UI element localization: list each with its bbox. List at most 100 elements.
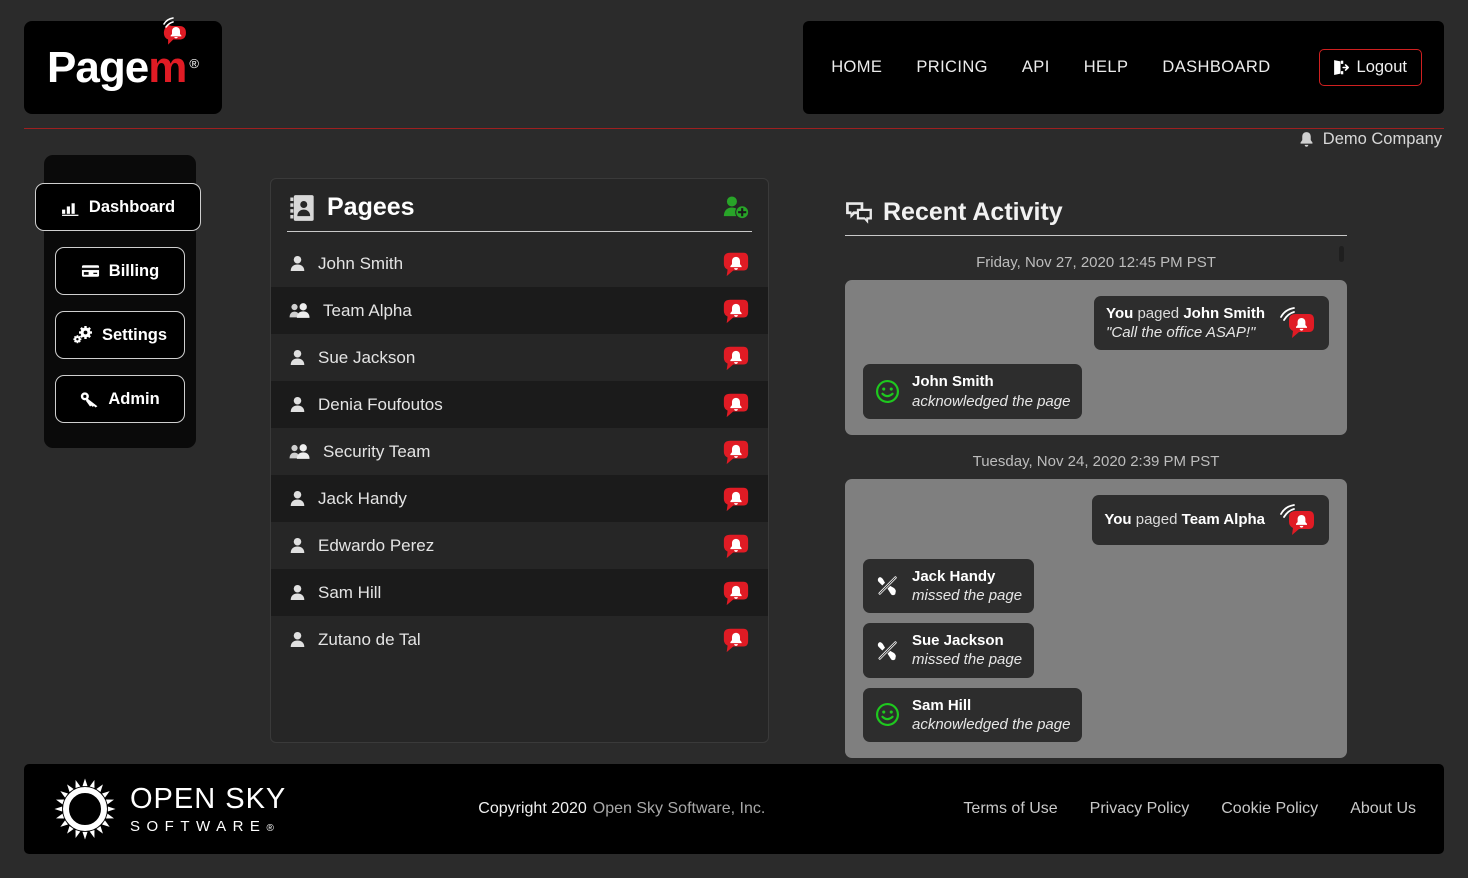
open-sky-registered-mark: ® [266,822,274,834]
pagee-name: Security Team [323,441,431,461]
pagee-row[interactable]: John Smith [271,240,768,287]
send-page-button[interactable] [722,485,750,513]
pagee-name: John Smith [318,253,404,273]
logout-label: Logout [1356,58,1407,76]
activity-event-bubble: Sue Jackson missed the page [863,623,1035,678]
bell-icon [1300,132,1313,147]
footer-links: Terms of Use Privacy Policy Cookie Polic… [963,800,1416,818]
sun-burst-icon [54,778,116,840]
nav-link-pricing[interactable]: PRICING [916,58,988,77]
send-page-button[interactable] [722,344,750,372]
activity-date: Tuesday, Nov 24, 2020 2:39 PM PST [972,452,1220,470]
key-icon [81,391,98,408]
activity-event-title: Sam Hill [912,696,972,714]
sidebar-item-label: Settings [101,325,168,344]
footer-link-cookie[interactable]: Cookie Policy [1221,800,1318,818]
activity-card: You paged John Smith "Call the office ASA… [845,280,1347,435]
add-user-icon[interactable] [722,195,750,221]
pagee-row[interactable]: Sue Jackson [271,334,768,381]
send-page-button[interactable] [722,297,750,325]
pagee-row[interactable]: Security Team [271,428,768,475]
gears-icon [73,326,92,344]
account-company[interactable]: Demo Company [1299,130,1442,149]
sidebar-item-label: Admin [108,389,160,408]
user-icon [290,255,305,272]
pagem-logo[interactable]: Page m ® [24,16,222,114]
activity-event-detail: acknowledged the page [912,392,1071,410]
activity-event-row: Jack Handy missed the page [863,558,1329,614]
logo-accent-letter: m [148,42,188,92]
activity-event-bubble: Sam Hill acknowledged the page [863,687,1083,742]
sidebar-item-dashboard[interactable]: Dashboard [35,183,201,231]
smiley-icon [875,380,900,404]
logout-button[interactable]: Logout [1318,49,1422,86]
nav-link-help[interactable]: HELP [1084,58,1129,77]
activity-event-detail: missed the page [912,586,1023,604]
copyright-year: Copyright 2020 [478,800,587,817]
sidebar-item-label: Dashboard [88,197,176,216]
activity-date: Friday, Nov 27, 2020 12:45 PM PST [976,254,1216,271]
pagees-panel: Pagees John Smith Team Alpha Sue Jackson De… [270,178,769,743]
copyright-company: Open Sky Software, Inc. [592,800,766,817]
chart-bar-icon [61,202,79,216]
sidebar-item-settings[interactable]: Settings [55,311,185,359]
footer-link-about[interactable]: About Us [1350,800,1416,818]
pagee-row[interactable]: Sam Hill [271,569,768,616]
pagee-name: Team Alpha [323,300,412,320]
nav-link-home[interactable]: HOME [831,58,882,77]
pagee-name: Edwardo Perez [318,535,435,555]
pagee-name: Sam Hill [318,582,382,602]
pagee-row[interactable]: Edwardo Perez [271,522,768,569]
page-header: Pagem® HOME PRICING API HELP DASHBOARD [0,0,1468,148]
pagee-row[interactable]: Denia Foufoutos [271,381,768,428]
user-icon [290,584,305,601]
open-sky-logo-line1: OPEN SKY [130,782,287,815]
send-page-button[interactable] [722,532,750,560]
activity-event-row: John Smith acknowledged the page [863,364,1329,419]
footer-link-terms[interactable]: Terms of Use [963,800,1057,818]
company-name: Demo Company [1322,130,1442,148]
user-icon [290,349,305,366]
footer-link-privacy[interactable]: Privacy Policy [1090,800,1190,818]
send-page-button[interactable] [722,438,750,466]
pagee-row[interactable]: Zutano de Tal [271,616,768,663]
activity-event-title: You paged John Smith [1106,305,1265,322]
pagee-row[interactable]: Team Alpha [271,287,768,334]
address-book-icon [290,194,314,221]
phone-slash-icon [877,641,897,660]
phone-slash-icon [877,576,897,596]
nav-link-dashboard[interactable]: DASHBOARD [1162,58,1270,77]
pagee-row[interactable]: Jack Handy [271,475,768,522]
pagee-name: Zutano de Tal [318,629,421,649]
page-bell-bubble-icon [1280,307,1314,339]
activity-divider [845,235,1347,236]
sidebar-item-billing[interactable]: Billing [55,247,185,295]
activity-event-detail: "Call the office ASAP!" [1106,324,1256,342]
activity-scrollbar[interactable] [1339,246,1344,262]
activity-event-row: You paged John Smith "Call the office ASA… [863,296,1329,351]
activity-event-row: Sue Jackson missed the page [863,623,1329,678]
sidebar: Dashboard Billing Settings Admin [35,155,201,448]
pagee-name: Sue Jackson [318,347,416,367]
activity-card-list: Friday, Nov 27, 2020 12:45 PM PST You pag… [845,254,1347,758]
activity-card: You paged Team Alpha Jack Handy missed the… [845,478,1347,758]
activity-event-title: John Smith [912,373,994,391]
send-page-button[interactable] [722,626,750,654]
activity-event-title: You paged Team Alpha [1104,511,1265,529]
page-footer: OPEN SKY SOFTWARE® Copyright 2020 Open Sk… [24,764,1444,854]
activity-event-title: Sue Jackson [912,632,1004,650]
user-icon [290,537,305,554]
open-sky-logo-line2: SOFTWARE® [130,817,274,835]
page-bell-bubble-icon [1280,503,1314,535]
header-divider [24,128,1444,129]
activity-title: Recent Activity [883,198,1063,226]
nav-link-api[interactable]: API [1022,58,1050,77]
send-page-button[interactable] [722,250,750,278]
sidebar-item-admin[interactable]: Admin [55,375,185,423]
dashboard-page: Pagem® HOME PRICING API HELP DASHBOARD [0,0,1468,878]
users-group-icon [289,303,310,318]
send-page-button[interactable] [722,579,750,607]
activity-event-bubble: John Smith acknowledged the page [863,364,1083,419]
pagee-name: Jack Handy [318,488,407,508]
send-page-button[interactable] [722,391,750,419]
